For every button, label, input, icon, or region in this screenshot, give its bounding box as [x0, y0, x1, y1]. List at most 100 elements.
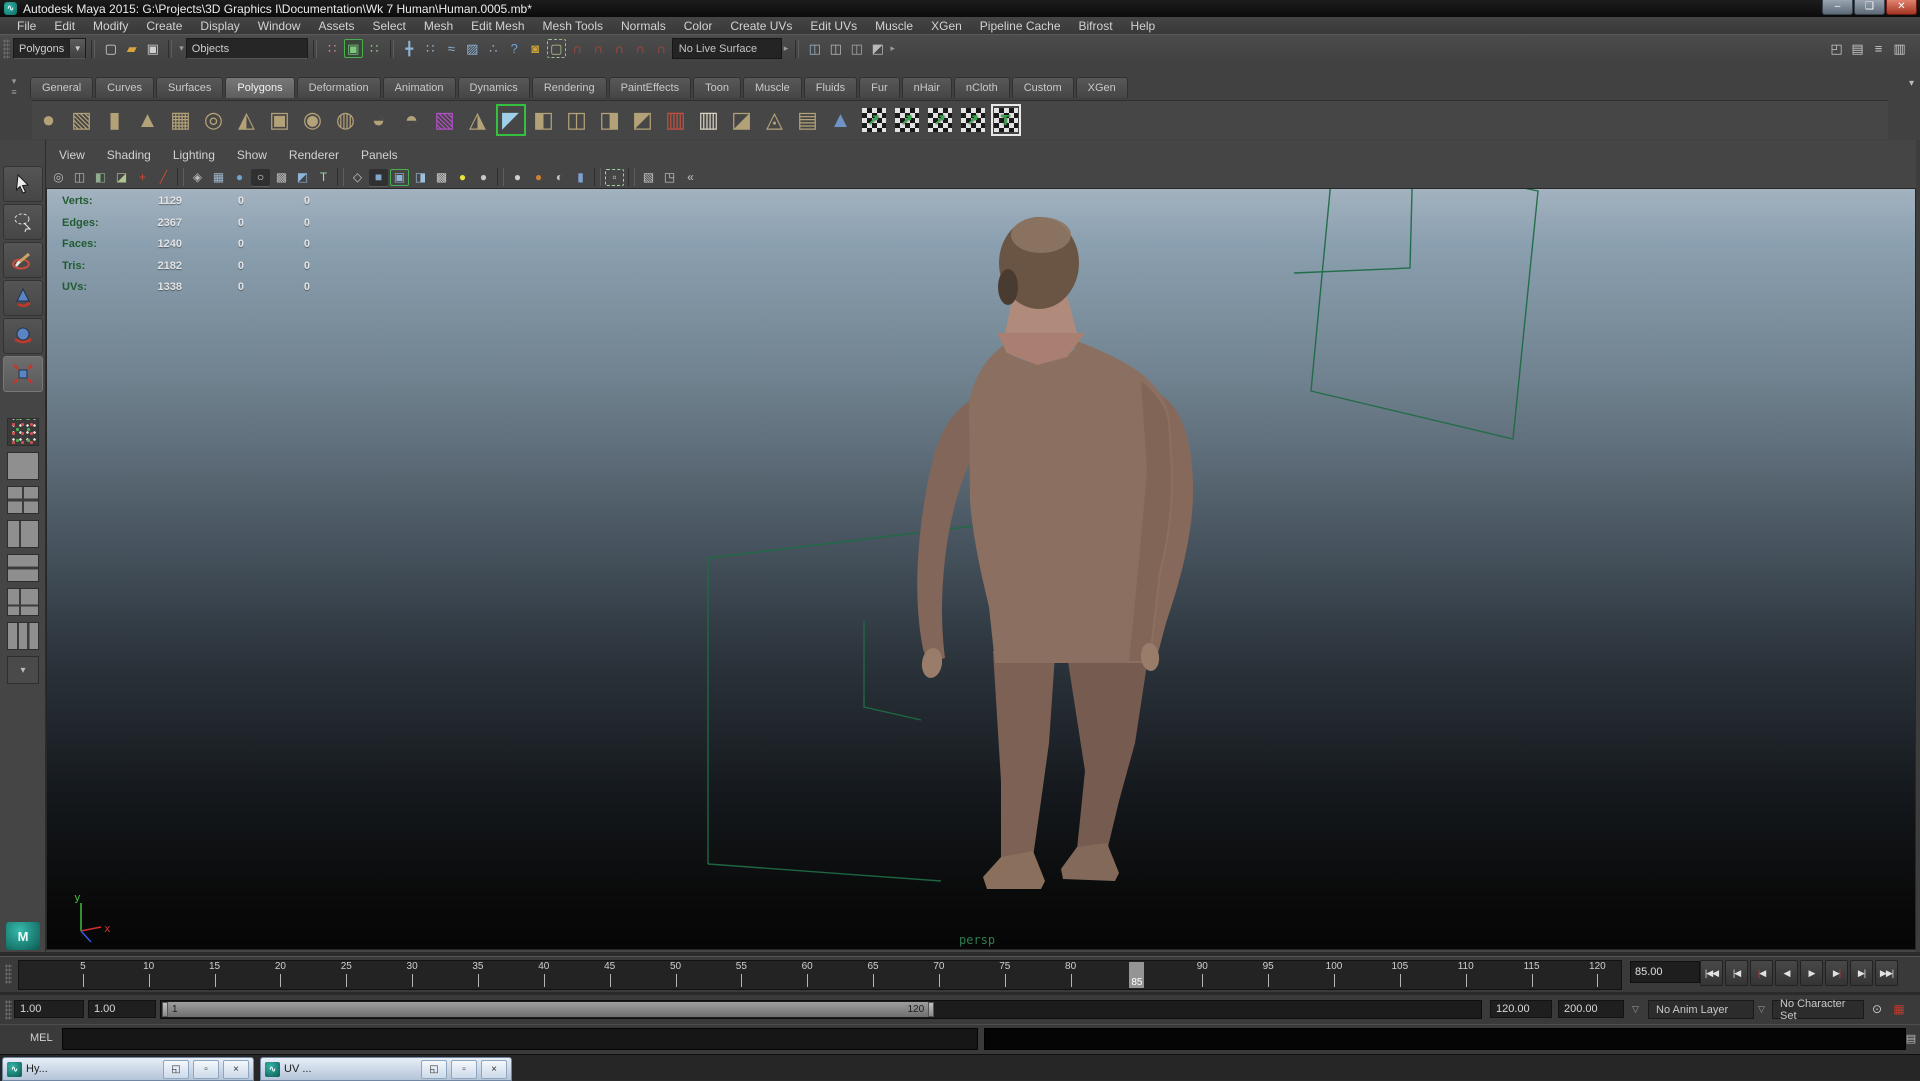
attribute-editor-icon[interactable]: ▤	[1848, 39, 1867, 58]
2d-pan-zoom-icon[interactable]: +	[133, 169, 152, 186]
textured-lights-icon[interactable]: ▩	[432, 169, 451, 186]
close-button[interactable]: ✕	[1886, 0, 1917, 15]
shelf-tab-toon[interactable]: Toon	[693, 77, 741, 98]
poly-cylinder-icon[interactable]: ▮	[100, 104, 130, 136]
poly-pipe-icon[interactable]: ▣	[265, 104, 295, 136]
shaded-material-icon[interactable]: ●	[529, 169, 548, 186]
menu-normals[interactable]: Normals	[612, 19, 675, 33]
subset-view-icon[interactable]: ◳	[660, 169, 679, 186]
live-surface-field[interactable]: No Live Surface	[672, 38, 782, 59]
camera-attributes-icon[interactable]: ◫	[70, 169, 89, 186]
textured-icon[interactable]: ◨	[411, 169, 430, 186]
uv-spherical-mapping-icon[interactable]: ↗	[958, 104, 988, 136]
offset-edge-loop-icon[interactable]: ▥	[694, 104, 724, 136]
separate-icon[interactable]: ◫	[562, 104, 592, 136]
poly-torus-icon[interactable]: ◎	[199, 104, 229, 136]
select-components-icon[interactable]: ∷	[365, 39, 384, 58]
command-line-language-label[interactable]: MEL	[30, 1032, 53, 1044]
menu-set-selector[interactable]: Polygons ▼	[13, 38, 86, 59]
insert-edge-loop-icon[interactable]: ▥	[661, 104, 691, 136]
film-gate-icon[interactable]: ◈	[188, 169, 207, 186]
shelf-tab-fluids[interactable]: Fluids	[804, 77, 857, 98]
menu-select[interactable]: Select	[363, 19, 414, 33]
anim-layer-arrow-icon[interactable]: ▽	[1632, 1004, 1639, 1015]
lasso-select-tool[interactable]	[3, 204, 43, 240]
play-backwards-button[interactable]: ◀	[1775, 960, 1798, 986]
snap-to-curves-icon[interactable]: ∩	[589, 39, 608, 58]
command-line-input[interactable]	[62, 1028, 978, 1050]
statusline-separator[interactable]	[389, 37, 395, 61]
current-time-field[interactable]	[1630, 961, 1700, 983]
snap-to-points-icon[interactable]: ∩	[610, 39, 629, 58]
menu-bifrost[interactable]: Bifrost	[1070, 19, 1122, 33]
character-set-selector[interactable]: No Character Set	[1772, 1000, 1864, 1019]
shelf-tab-surfaces[interactable]: Surfaces	[156, 77, 223, 98]
menu-edit-uvs[interactable]: Edit UVs	[801, 19, 866, 33]
save-scene-icon[interactable]: ▣	[143, 39, 162, 58]
bridge-icon[interactable]: ◩	[628, 104, 658, 136]
menu-create-uvs[interactable]: Create UVs	[721, 19, 801, 33]
smooth-shade-all-icon[interactable]: ■	[369, 169, 388, 186]
menu-mesh[interactable]: Mesh	[415, 19, 462, 33]
safe-action-icon[interactable]: ▩	[272, 169, 291, 186]
menu-create[interactable]: Create	[137, 19, 191, 33]
menu-pipeline-cache[interactable]: Pipeline Cache	[971, 19, 1070, 33]
uv-planar-mapping-icon[interactable]: ↗	[859, 104, 889, 136]
anim-layer-selector[interactable]: No Anim Layer	[1648, 1000, 1754, 1019]
ipr-render-icon[interactable]: ◫	[847, 39, 866, 58]
close-window-button[interactable]: ×	[481, 1060, 507, 1079]
animation-preferences-icon[interactable]: ▦	[1890, 1001, 1908, 1017]
wireframe-on-shaded-icon[interactable]: ▣	[390, 169, 409, 186]
select-tool[interactable]	[3, 166, 43, 202]
poly-cube-icon[interactable]: ▧	[67, 104, 97, 136]
shelf-menu-toggle[interactable]: ▾≡	[2, 76, 26, 98]
render-arrow-icon[interactable]: ▸	[890, 43, 895, 54]
field-chart-icon[interactable]: ○	[251, 169, 270, 186]
select-hierarchy-icon[interactable]: ∷	[323, 39, 342, 58]
bookmarks-icon[interactable]: ◧	[91, 169, 110, 186]
step-back-key-button[interactable]: |◀	[1750, 960, 1773, 986]
use-default-lighting-icon[interactable]: ●	[453, 169, 472, 186]
shelf-tab-rendering[interactable]: Rendering	[532, 77, 607, 98]
current-frame-marker[interactable]: 85	[1129, 962, 1144, 988]
shelf-tab-xgen[interactable]: XGen	[1076, 77, 1128, 98]
statusline-separator[interactable]	[312, 37, 318, 61]
poly-sphere-icon[interactable]: ●	[34, 104, 64, 136]
two-point-lighting-icon[interactable]: ●	[474, 169, 493, 186]
move-tool[interactable]	[3, 280, 43, 316]
poly-plane-icon[interactable]: ▦	[166, 104, 196, 136]
snap-surfaces-icon[interactable]: ▨	[463, 39, 482, 58]
step-forward-frame-button[interactable]: ▶|	[1850, 960, 1873, 986]
animation-start-field[interactable]: 1.00	[14, 1000, 84, 1018]
tool-settings-icon[interactable]: ≡	[1869, 39, 1888, 58]
render-settings-icon[interactable]: ◩	[868, 39, 887, 58]
object-details-icon[interactable]: ◰	[1827, 39, 1846, 58]
poly-cone-icon[interactable]: ▲	[133, 104, 163, 136]
new-scene-icon[interactable]: ▢	[101, 39, 120, 58]
panel-menu-show[interactable]: Show	[228, 148, 280, 162]
subdiv-proxy-icon[interactable]: ▧	[430, 104, 460, 136]
highlight-selection-mode-icon[interactable]: ▢	[547, 39, 566, 58]
time-slider[interactable]: 5101520253035404550556065707580859095100…	[18, 960, 1622, 990]
shelf-tab-nhair[interactable]: nHair	[902, 77, 952, 98]
human-model[interactable]	[917, 217, 1193, 889]
bevel-icon[interactable]: ◨	[595, 104, 625, 136]
frame-all-icon[interactable]: T	[314, 169, 333, 186]
play-forwards-button[interactable]: ▶	[1800, 960, 1823, 986]
minimize-button[interactable]: –	[1822, 0, 1853, 15]
menu-edit-mesh[interactable]: Edit Mesh	[462, 19, 533, 33]
range-slider-groove[interactable]: 1 120	[160, 1000, 1482, 1019]
shelf-tab-muscle[interactable]: Muscle	[743, 77, 802, 98]
menu-muscle[interactable]: Muscle	[866, 19, 922, 33]
restore-window-button[interactable]: ◱	[163, 1060, 189, 1079]
maximize-window-button[interactable]: ▫	[451, 1060, 477, 1079]
shelf-tab-deformation[interactable]: Deformation	[297, 77, 381, 98]
playback-start-field[interactable]: 1.00	[88, 1000, 156, 1018]
perspective-viewport[interactable]: y x Verts:112900Edges:236700Faces:124000…	[46, 188, 1916, 950]
wireframe-icon[interactable]: ◇	[348, 169, 367, 186]
channel-box-icon[interactable]: ▥	[1890, 39, 1909, 58]
gate-mask-icon[interactable]: ●	[230, 169, 249, 186]
poly-helix-icon[interactable]: ◉	[298, 104, 328, 136]
maximize-button[interactable]: ❑	[1854, 0, 1885, 15]
select-objects-icon[interactable]: ▣	[344, 39, 363, 58]
